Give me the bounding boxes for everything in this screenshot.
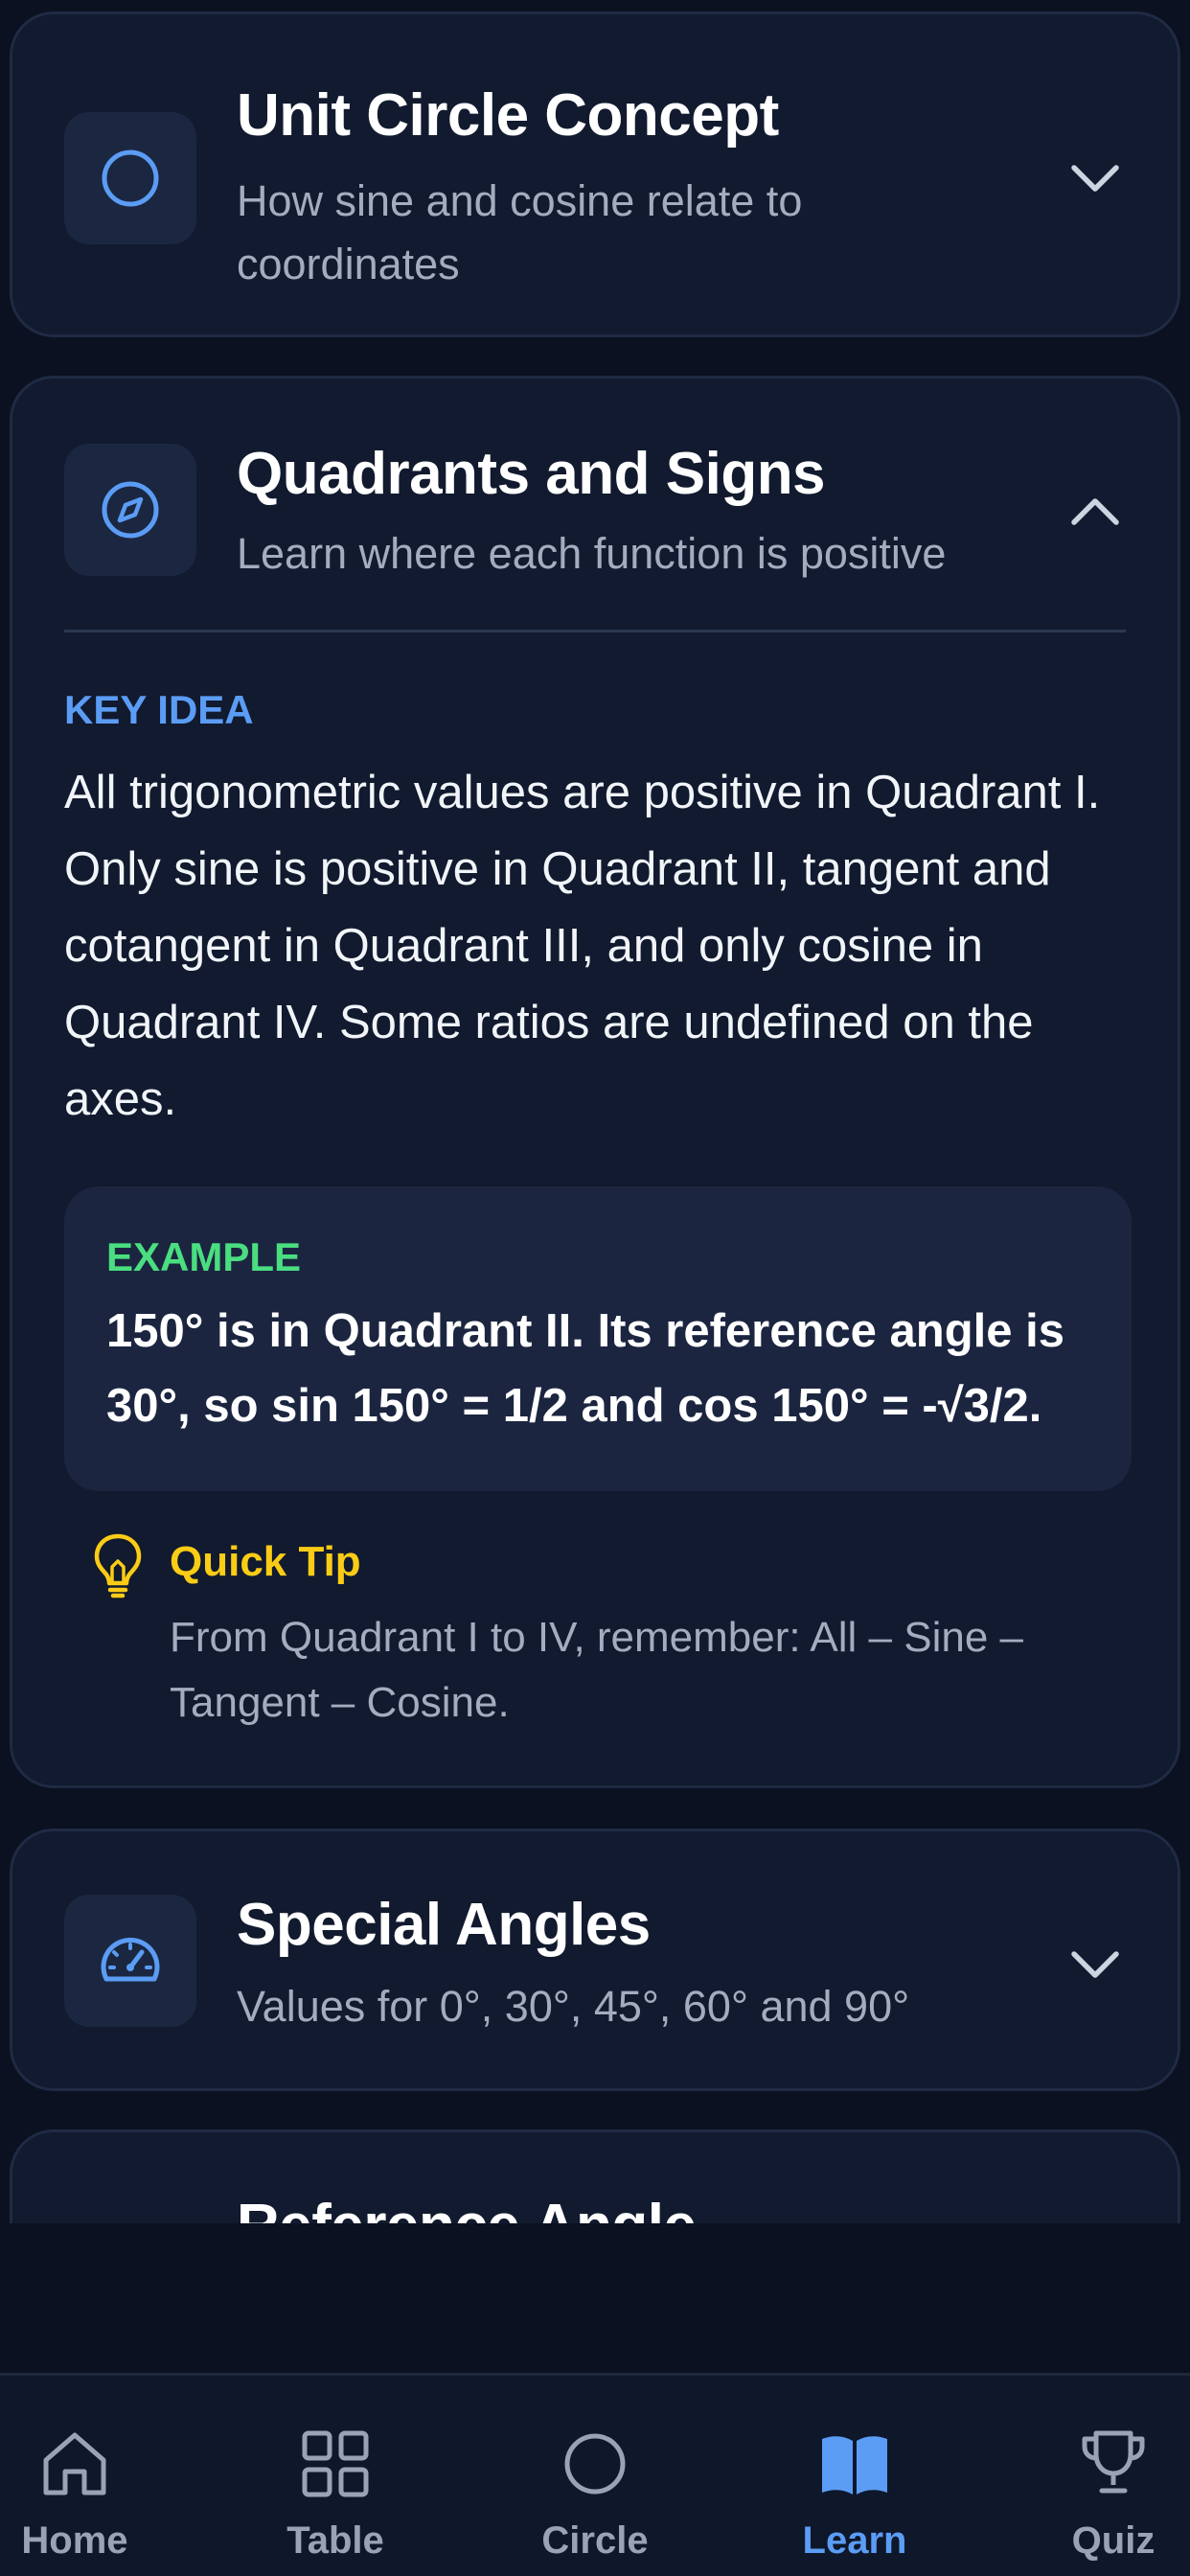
card-divider (64, 630, 1126, 632)
home-icon (43, 2432, 106, 2496)
lesson-card-special-angles[interactable]: Special Angles Values for 0°, 30°, 45°, … (10, 1828, 1180, 2091)
nav-learn[interactable]: Learn (759, 2376, 950, 2576)
nav-label: Home (21, 2519, 128, 2562)
lesson-title: Quadrants and Signs (237, 441, 826, 507)
lessons-list[interactable]: Unit Circle Concept How sine and cosine … (0, 0, 1190, 2223)
example-box: EXAMPLE 150° is in Quadrant II. Its refe… (64, 1186, 1132, 1491)
nav-home[interactable]: Home (0, 2376, 171, 2576)
chevron-down-icon[interactable] (1066, 1944, 1124, 1983)
circle-icon (564, 2433, 626, 2495)
lesson-icon-box (64, 444, 196, 576)
circle-icon (102, 150, 159, 207)
nav-label: Quiz (1071, 2519, 1156, 2562)
chevron-up-icon[interactable] (1066, 492, 1124, 530)
lesson-subtitle: How sine and cosine relate to coordinate… (237, 176, 803, 288)
chevron-down-icon[interactable] (1066, 158, 1124, 196)
lesson-title: Unit Circle Concept (237, 82, 779, 149)
lesson-subtitle: Values for 0°, 30°, 45°, 60° and 90° (237, 1982, 910, 2031)
grid-icon (302, 2430, 369, 2497)
nav-label: Learn (802, 2519, 907, 2562)
tip-text: From Quadrant I to IV, remember: All – S… (170, 1614, 1023, 1726)
bottom-nav: Home Table Circle Learn Quiz (0, 2373, 1190, 2576)
example-text: 150° is in Quadrant II. Its reference an… (106, 1305, 1064, 1432)
nav-label: Table (286, 2519, 384, 2562)
lesson-icon-box (64, 1895, 196, 2027)
nav-table[interactable]: Table (240, 2376, 431, 2576)
gauge-icon (101, 1937, 160, 1982)
key-idea-text: All trigonometric values are positive in… (64, 767, 1101, 1125)
lesson-title: Special Angles (237, 1892, 651, 1958)
book-icon (822, 2436, 887, 2495)
example-label: EXAMPLE (106, 1234, 302, 1279)
lesson-card-unit-circle[interactable]: Unit Circle Concept How sine and cosine … (10, 12, 1180, 337)
tip-title: Quick Tip (170, 1538, 361, 1585)
lesson-icon-box (64, 112, 196, 244)
lesson-card-reference-angle[interactable]: Reference Angle (10, 2129, 1180, 2223)
lesson-subtitle: Learn where each function is positive (237, 529, 947, 578)
nav-label: Circle (541, 2519, 649, 2562)
compass-icon (102, 481, 159, 539)
nav-circle[interactable]: Circle (499, 2376, 691, 2576)
lightbulb-icon (94, 1533, 142, 1598)
lesson-card-quadrants[interactable]: Quadrants and Signs Learn where each fun… (10, 376, 1180, 1788)
key-idea-label: KEY IDEA (64, 687, 254, 732)
trophy-icon (1082, 2430, 1145, 2494)
lesson-title: Reference Angle (237, 2192, 697, 2223)
nav-quiz[interactable]: Quiz (1018, 2376, 1190, 2576)
